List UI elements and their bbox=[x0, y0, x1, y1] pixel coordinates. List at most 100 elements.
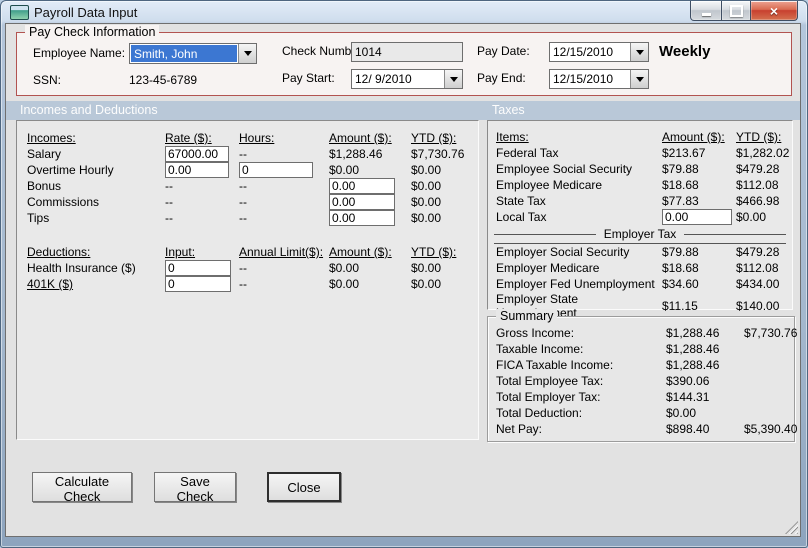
income-label: Salary bbox=[27, 147, 62, 161]
summary-label: Total Employee Tax: bbox=[496, 374, 604, 388]
annual-limit-col-header: Annual Limit($): bbox=[239, 245, 324, 259]
summary-amount: $1,288.46 bbox=[666, 358, 720, 372]
overtime-hours-input[interactable] bbox=[239, 162, 313, 178]
deduction-amount: $0.00 bbox=[329, 277, 360, 291]
incomes-header-row: Incomes: Rate ($): Hours: Amount ($): YT… bbox=[17, 130, 478, 146]
401k-input[interactable] bbox=[165, 276, 231, 292]
employee-name-label: Employee Name: bbox=[33, 46, 126, 60]
tax-label: Employer Medicare bbox=[496, 261, 600, 275]
tax-ytd: $466.98 bbox=[736, 194, 780, 208]
resize-grip-icon[interactable] bbox=[785, 521, 798, 534]
salary-rate-input[interactable] bbox=[165, 146, 229, 162]
income-label: Tips bbox=[27, 211, 50, 225]
close-button[interactable]: Close bbox=[267, 472, 341, 502]
summary-ytd: $5,390.40 bbox=[744, 422, 798, 436]
income-hours: -- bbox=[239, 147, 247, 161]
ytd-col-header: YTD ($): bbox=[411, 245, 457, 259]
pay-start-dropdown-button[interactable] bbox=[444, 70, 462, 88]
summary-label: Net Pay: bbox=[496, 422, 543, 436]
pay-end-picker[interactable]: 12/15/2010 bbox=[549, 69, 649, 89]
income-ytd: $7,730.76 bbox=[411, 147, 465, 161]
employee-name-value: Smith, John bbox=[131, 45, 237, 62]
titlebar[interactable]: Payroll Data Input × bbox=[1, 1, 807, 23]
minimize-button[interactable] bbox=[690, 1, 722, 21]
summary-label: Gross Income: bbox=[496, 326, 575, 340]
income-row-tips: Tips -- -- $0.00 bbox=[17, 210, 478, 226]
pay-date-picker[interactable]: 12/15/2010 bbox=[549, 42, 649, 62]
tax-amount: $77.83 bbox=[662, 194, 699, 208]
tax-label: Federal Tax bbox=[496, 146, 559, 160]
local-tax-input[interactable] bbox=[662, 209, 732, 225]
tips-amount-input[interactable] bbox=[329, 210, 395, 226]
payroll-window: Payroll Data Input × Pay Check Informati… bbox=[0, 0, 808, 548]
pay-end-value: 12/15/2010 bbox=[553, 72, 614, 86]
tax-row-employer-fed-unemployment: Employer Fed Unemployment $34.60 $434.00 bbox=[488, 276, 792, 292]
commissions-amount-input[interactable] bbox=[329, 194, 395, 210]
employer-tax-header: Employer Tax bbox=[603, 227, 677, 241]
income-row-salary: Salary -- $1,288.46 $7,730.76 bbox=[17, 146, 478, 162]
ytd-col-header: YTD ($): bbox=[411, 131, 457, 145]
check-number-input[interactable] bbox=[351, 42, 463, 62]
income-amount: $1,288.46 bbox=[329, 147, 383, 161]
tax-row-employer-state-unemployment: Employer State Unemployment $11.15 $140.… bbox=[488, 292, 792, 320]
taxes-header-row: Items: Amount ($): YTD ($): bbox=[488, 129, 792, 145]
ssn-label: SSN: bbox=[33, 73, 62, 87]
income-label: Overtime Hourly bbox=[27, 163, 114, 177]
summary-row-fica: FICA Taxable Income: $1,288.46 bbox=[488, 357, 794, 373]
tax-amount: $11.15 bbox=[662, 299, 698, 313]
income-row-bonus: Bonus -- -- $0.00 bbox=[17, 178, 478, 194]
income-rate: -- bbox=[165, 195, 173, 209]
tax-label: Employee Social Security bbox=[496, 162, 633, 176]
income-ytd: $0.00 bbox=[411, 195, 442, 209]
tax-row-state: State Tax $77.83 $466.98 bbox=[488, 193, 792, 209]
calculate-check-button[interactable]: Calculate Check bbox=[32, 472, 132, 504]
income-hours: -- bbox=[239, 211, 247, 225]
tax-amount: $79.88 bbox=[662, 245, 699, 259]
deduction-row-health-insurance: Health Insurance ($) -- $0.00 $0.00 bbox=[17, 260, 478, 276]
tax-amount: $18.68 bbox=[662, 178, 699, 192]
save-check-button[interactable]: Save Check bbox=[154, 472, 236, 504]
summary-amount: $898.40 bbox=[666, 422, 710, 436]
income-rate: -- bbox=[165, 179, 173, 193]
income-hours: -- bbox=[239, 195, 247, 209]
tax-amount: $213.67 bbox=[662, 146, 706, 160]
summary-legend: Summary bbox=[496, 309, 558, 323]
items-col-header: Items: bbox=[496, 130, 529, 144]
paycheck-info-group: Pay Check Information Employee Name: Smi… bbox=[16, 25, 792, 96]
income-row-commissions: Commissions -- -- $0.00 bbox=[17, 194, 478, 210]
tax-ytd: $140.00 bbox=[736, 299, 780, 313]
summary-row-employer-tax: Total Employer Tax: $144.31 bbox=[488, 389, 794, 405]
pay-date-label: Pay Date: bbox=[477, 44, 530, 58]
pay-date-dropdown-button[interactable] bbox=[630, 43, 648, 61]
amount-col-header: Amount ($): bbox=[662, 130, 725, 144]
health-insurance-input[interactable] bbox=[165, 260, 231, 276]
income-amount: $0.00 bbox=[329, 163, 360, 177]
chevron-down-icon bbox=[243, 51, 252, 56]
input-col-header: Input: bbox=[165, 245, 196, 259]
maximize-button[interactable] bbox=[722, 1, 750, 21]
tax-amount: $79.88 bbox=[662, 162, 699, 176]
employee-name-combobox[interactable]: Smith, John bbox=[129, 43, 257, 64]
tax-row-employer-medicare: Employer Medicare $18.68 $112.08 bbox=[488, 260, 792, 276]
summary-ytd: $7,730.76 bbox=[744, 326, 798, 340]
maximize-icon bbox=[729, 4, 743, 17]
summary-amount: $1,288.46 bbox=[666, 326, 720, 340]
tax-ytd: $434.00 bbox=[736, 277, 780, 291]
overtime-rate-input[interactable] bbox=[165, 162, 229, 178]
taxes-section-title: Taxes bbox=[492, 103, 525, 117]
tax-row-employer-ss: Employer Social Security $79.88 $479.28 bbox=[488, 244, 792, 260]
pay-start-picker[interactable]: 12/ 9/2010 bbox=[351, 69, 463, 89]
summary-amount: $0.00 bbox=[666, 406, 697, 420]
hours-col-header: Hours: bbox=[239, 131, 275, 145]
deduction-ytd: $0.00 bbox=[411, 261, 442, 275]
form-client-area: Pay Check Information Employee Name: Smi… bbox=[5, 23, 801, 537]
employee-name-dropdown-button[interactable] bbox=[238, 44, 256, 63]
incomes-deductions-panel: Incomes: Rate ($): Hours: Amount ($): YT… bbox=[16, 120, 479, 440]
tax-row-local: Local Tax $0.00 bbox=[488, 209, 792, 225]
deduction-row-401k: 401K ($) -- $0.00 $0.00 bbox=[17, 276, 478, 292]
pay-end-dropdown-button[interactable] bbox=[630, 70, 648, 88]
bonus-amount-input[interactable] bbox=[329, 178, 395, 194]
close-window-button[interactable]: × bbox=[750, 1, 798, 21]
tax-ytd: $112.08 bbox=[736, 261, 779, 275]
close-icon: × bbox=[769, 2, 779, 19]
